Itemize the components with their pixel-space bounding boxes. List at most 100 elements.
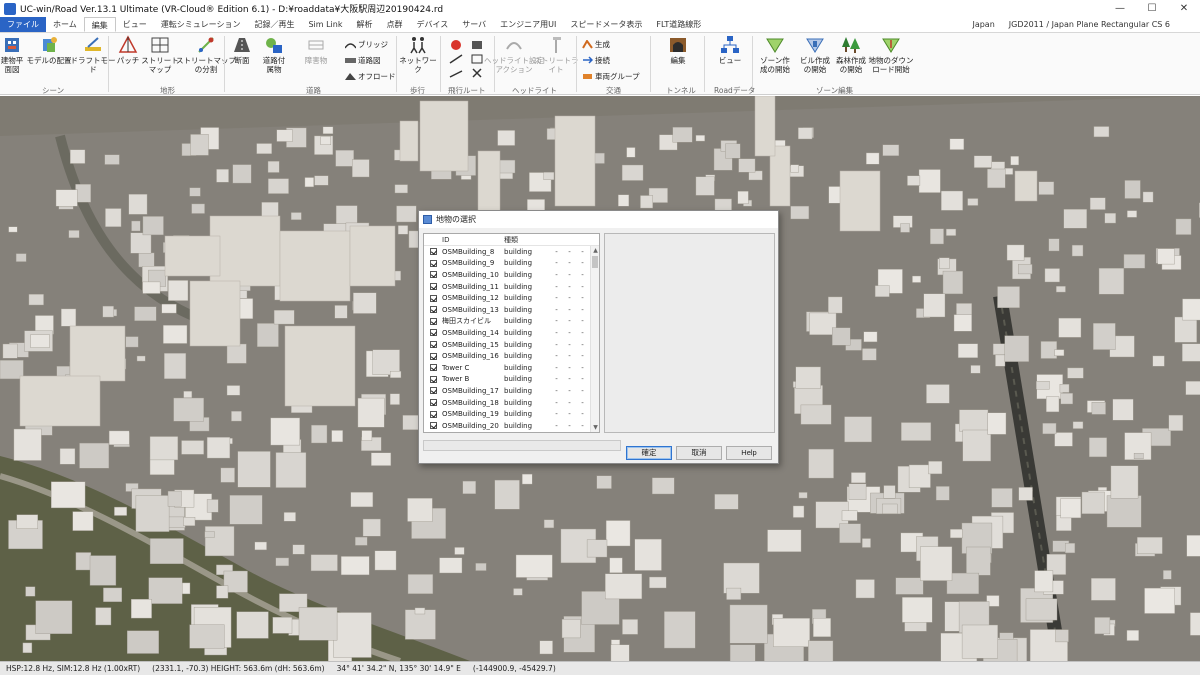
- row-attr-a: -: [555, 398, 558, 407]
- road-attachment-label: 道路付 属物: [262, 56, 286, 74]
- row-id: OSMBuilding_10: [442, 270, 499, 279]
- tab-speedmeter[interactable]: スピードメータ表示: [563, 17, 649, 32]
- generate-button[interactable]: 生成: [582, 39, 610, 50]
- ok-button[interactable]: 確定: [626, 446, 672, 460]
- row-checkbox[interactable]: [429, 352, 437, 360]
- row-checkbox[interactable]: [429, 294, 437, 302]
- dialog-title-bar: 地物の選択: [419, 211, 778, 228]
- row-type: building: [504, 317, 533, 326]
- horizontal-scrollbar[interactable]: [423, 440, 621, 451]
- row-attr-c: -: [581, 259, 584, 268]
- row-type: building: [504, 398, 533, 407]
- group-label-walk: 歩行: [410, 86, 425, 95]
- row-attr-b: -: [568, 294, 571, 303]
- dialog-title: 地物の選択: [436, 215, 476, 224]
- generate-label: 生成: [595, 40, 610, 49]
- tab-drive-simulation[interactable]: 運転シミュレーション: [154, 17, 248, 32]
- row-checkbox[interactable]: [429, 259, 437, 267]
- offroad-icon: [345, 73, 356, 80]
- tab-analysis[interactable]: 解析: [349, 17, 379, 32]
- scroll-up-icon[interactable]: ▲: [591, 246, 599, 255]
- vehicle-group-button[interactable]: 車両グループ: [582, 71, 640, 82]
- connect-button[interactable]: 接続: [582, 55, 610, 66]
- row-checkbox[interactable]: [429, 422, 437, 430]
- row-checkbox[interactable]: [429, 271, 437, 279]
- list-item[interactable]: OSMBuilding_18 building - - -: [424, 397, 599, 409]
- tab-edit[interactable]: 編集: [83, 17, 116, 32]
- tab-view[interactable]: ビュー: [116, 17, 154, 32]
- list-item[interactable]: OSMBuilding_14 building - - -: [424, 327, 599, 339]
- tab-engineer-ui[interactable]: エンジニア用UI: [493, 17, 563, 32]
- row-checkbox[interactable]: [429, 329, 437, 337]
- row-type: building: [504, 282, 533, 291]
- row-id: OSMBuilding_19: [442, 410, 499, 419]
- network-button[interactable]: ネットワーク: [396, 35, 440, 74]
- list-item[interactable]: OSMBuilding_15 building - - -: [424, 339, 599, 351]
- tab-device[interactable]: デバイス: [409, 17, 455, 32]
- forest-create-icon: [842, 37, 860, 53]
- list-item[interactable]: OSMBuilding_12 building - - -: [424, 292, 599, 304]
- road-plan-button[interactable]: 道路図: [345, 55, 381, 66]
- scroll-thumb[interactable]: [592, 256, 598, 268]
- list-item[interactable]: OSMBuilding_8 building - - -: [424, 246, 599, 258]
- row-checkbox[interactable]: [429, 317, 437, 325]
- list-item[interactable]: OSMBuilding_19 building - - -: [424, 408, 599, 420]
- row-checkbox[interactable]: [429, 410, 437, 418]
- tab-flt-road[interactable]: FLT道路線形: [649, 17, 708, 32]
- tunnel-edit-icon: [670, 38, 686, 52]
- scroll-down-icon[interactable]: ▼: [591, 423, 599, 432]
- list-item[interactable]: OSMBuilding_16 building - - -: [424, 350, 599, 362]
- tab-home[interactable]: ホーム: [46, 17, 84, 32]
- list-scrollbar[interactable]: ▲ ▼: [590, 246, 599, 432]
- list-item[interactable]: OSMBuilding_10 building - - -: [424, 269, 599, 281]
- tab-point-cloud[interactable]: 点群: [379, 17, 409, 32]
- row-attr-a: -: [555, 328, 558, 337]
- list-item[interactable]: OSMBuilding_9 building - - -: [424, 258, 599, 270]
- row-type: building: [504, 421, 533, 430]
- list-item[interactable]: OSMBuilding_11 building - - -: [424, 281, 599, 293]
- column-type[interactable]: 種類: [504, 234, 550, 245]
- offroad-button[interactable]: オフロード: [345, 71, 396, 82]
- tab-file[interactable]: ファイル: [0, 17, 46, 32]
- obstacle-button[interactable]: 障害物: [294, 35, 338, 65]
- bridge-button[interactable]: ブリッジ: [345, 39, 388, 50]
- row-checkbox[interactable]: [429, 248, 437, 256]
- minimize-button[interactable]: —: [1104, 0, 1136, 17]
- row-attr-c: -: [581, 398, 584, 407]
- help-button[interactable]: Help: [726, 446, 772, 460]
- tab-server[interactable]: サーバ: [455, 17, 493, 32]
- tunnel-edit-label: 編集: [670, 56, 686, 65]
- row-attr-a: -: [555, 305, 558, 314]
- list-item[interactable]: OSMBuilding_17 building - - -: [424, 385, 599, 397]
- streetlight-button[interactable]: ストリートライト: [530, 35, 582, 74]
- feature-download-button[interactable]: 地物のダウン ロード開始: [864, 35, 918, 74]
- row-checkbox[interactable]: [429, 399, 437, 407]
- row-checkbox[interactable]: [429, 306, 437, 314]
- road-attachment-button[interactable]: 道路付 属物: [252, 35, 296, 74]
- cancel-button[interactable]: 取消: [676, 446, 722, 460]
- list-item[interactable]: OSMBuilding_13 building - - -: [424, 304, 599, 316]
- maximize-button[interactable]: ☐: [1136, 0, 1168, 17]
- list-item[interactable]: Tower B building - - -: [424, 374, 599, 386]
- row-checkbox[interactable]: [429, 341, 437, 349]
- road-data-view-button[interactable]: ビュー: [708, 35, 752, 65]
- tab-sim-link[interactable]: Sim Link: [301, 17, 349, 32]
- close-button[interactable]: ✕: [1168, 0, 1200, 17]
- model-place-button[interactable]: モデルの配置: [26, 35, 72, 65]
- tab-record-play[interactable]: 記録／再生: [247, 17, 301, 32]
- feature-list[interactable]: ID 種類 OSMBuilding_8 building - - - OSMBuildin…: [423, 233, 600, 433]
- list-item[interactable]: OSMBuilding_20 building - - -: [424, 420, 599, 432]
- row-checkbox[interactable]: [429, 364, 437, 372]
- row-id: OSMBuilding_9: [442, 259, 495, 268]
- row-checkbox[interactable]: [429, 375, 437, 383]
- forest-create-label: 森林作成 の開始: [836, 56, 866, 74]
- group-label-zone-edit: ゾーン編集: [816, 86, 854, 95]
- locale-label: Japan: [972, 20, 995, 29]
- row-checkbox[interactable]: [429, 283, 437, 291]
- row-checkbox[interactable]: [429, 387, 437, 395]
- list-item[interactable]: 梅田スカイビル building - - -: [424, 316, 599, 328]
- column-id[interactable]: ID: [442, 234, 504, 245]
- tunnel-edit-button[interactable]: 編集: [656, 35, 700, 65]
- row-id: OSMBuilding_13: [442, 305, 499, 314]
- list-item[interactable]: Tower C building - - -: [424, 362, 599, 374]
